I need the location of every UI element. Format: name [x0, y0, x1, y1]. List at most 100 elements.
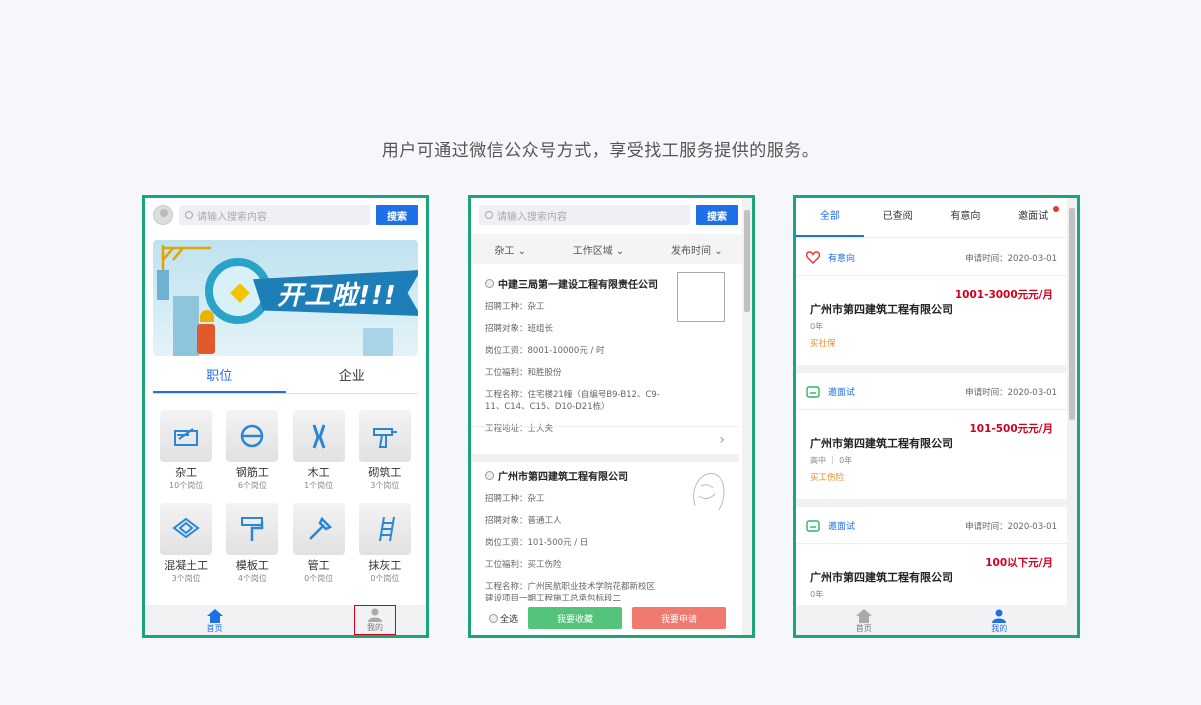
search-button[interactable]: 搜索	[376, 205, 418, 225]
scrollbar[interactable]	[1067, 198, 1077, 635]
tab-interview[interactable]: 邀面试	[999, 198, 1067, 237]
category-count: 10个岗位	[169, 481, 204, 490]
search-input[interactable]: 请输入搜索内容	[179, 205, 370, 225]
select-all-label: 全选	[500, 614, 519, 625]
category-name: 管工	[307, 559, 330, 572]
application-header: 邀面试 申请时间：2020-03-01	[796, 374, 1067, 410]
nav-home-label: 首页	[206, 624, 223, 633]
application-time: 申请时间：2020-03-01	[965, 521, 1057, 532]
filter-time[interactable]: 发布时间 ⌄	[671, 242, 723, 257]
collect-button[interactable]: 我要收藏	[528, 607, 623, 629]
scrollbar[interactable]	[742, 198, 752, 635]
phone-home-screen: 请输入搜索内容 搜索 开工啦!!! 职位 企业 杂工 10个岗位 钢筋工 6个岗…	[142, 195, 429, 638]
banner-text: 开工啦!!!	[277, 280, 397, 311]
banner-flag: 开工啦!!!	[253, 270, 418, 316]
concrete-icon	[172, 517, 200, 539]
category-item[interactable]: 钢筋工 6个岗位	[219, 410, 285, 491]
category-item[interactable]: 混凝土工 3个岗位	[153, 503, 219, 584]
category-item[interactable]: 杂工 10个岗位	[153, 410, 219, 491]
category-item[interactable]: 砌筑工 3个岗位	[352, 410, 418, 491]
notification-dot	[1053, 206, 1059, 212]
chevron-down-icon: ⌄	[615, 245, 625, 257]
status-tabs: 全部 已查阅 有意向 邀面试	[796, 198, 1067, 238]
category-count: 3个岗位	[171, 574, 201, 583]
company-name: 广州市第四建筑工程有限公司	[810, 437, 953, 450]
category-item[interactable]: 模板工 4个岗位	[219, 503, 285, 584]
select-all-radio[interactable]	[489, 613, 498, 623]
apply-button[interactable]: 我要申请	[632, 607, 727, 629]
tab-all[interactable]: 全部	[796, 198, 864, 237]
job-field: 招聘对象：普通工人	[485, 516, 562, 526]
filter-label: 工作区域	[572, 245, 613, 257]
category-count: 0个岗位	[304, 574, 334, 583]
tab-viewed[interactable]: 已查阅	[864, 198, 932, 237]
select-radio[interactable]	[485, 279, 494, 288]
wrench-icon	[308, 516, 332, 540]
nav-mine-label: 我的	[367, 623, 383, 632]
message-icon	[806, 385, 820, 398]
application-card[interactable]: 100以下元/月 广州市第四建筑工程有限公司 0年	[796, 545, 1067, 605]
job-card[interactable]: 广州市第四建筑工程有限公司 招聘工种：杂工 招聘对象：普通工人 岗位工资：101…	[471, 462, 739, 604]
category-item[interactable]: 抹灰工 0个岗位	[352, 503, 418, 584]
category-count: 1个岗位	[304, 481, 334, 490]
job-field: 工位福利：买工伤险	[485, 560, 562, 570]
building-illustration	[363, 328, 393, 356]
action-bar: 全选 我要收藏 我要申请	[471, 601, 746, 635]
category-count: 3个岗位	[370, 481, 400, 490]
home-icon	[206, 609, 223, 623]
avatar[interactable]	[153, 205, 173, 225]
broken-image	[677, 272, 725, 322]
application-card[interactable]: 101-500元元/月 广州市第四建筑工程有限公司 高中 ｜ 0年 买工伤险	[796, 411, 1067, 499]
filter-area[interactable]: 工作区域 ⌄	[573, 242, 625, 257]
select-radio[interactable]	[485, 471, 494, 480]
heart-icon	[806, 251, 820, 264]
tab-interested[interactable]: 有意向	[932, 198, 1000, 237]
tab-companies[interactable]: 企业	[286, 366, 419, 393]
category-name: 模板工	[235, 559, 269, 572]
drill-icon	[372, 428, 397, 448]
nav-mine[interactable]: 我的	[354, 605, 396, 635]
nav-home-label: 首页	[855, 624, 872, 633]
chevron-right-icon[interactable]: ›	[471, 426, 739, 454]
search-placeholder: 请输入搜索内容	[497, 211, 567, 223]
salary: 100以下元/月	[985, 557, 1053, 569]
tab-interview-label: 邀面试	[1018, 211, 1049, 222]
nav-home[interactable]: 首页	[796, 605, 932, 635]
scroll-thumb[interactable]	[744, 210, 750, 312]
application-header: 邀面试 申请时间：2020-03-01	[796, 508, 1067, 544]
job-meta: 高中 ｜ 0年	[810, 456, 853, 465]
job-field: 招聘对象：班组长	[485, 324, 554, 334]
search-input[interactable]: 请输入搜索内容	[479, 205, 690, 225]
category-name: 钢筋工	[235, 466, 269, 479]
benefit-tag: 买工伤险	[810, 473, 845, 483]
user-icon	[368, 608, 382, 622]
search-bar: 请输入搜索内容 搜索	[145, 198, 426, 232]
tab-jobs[interactable]: 职位	[153, 366, 286, 393]
benefit-tag: 买社保	[810, 339, 836, 349]
search-bar: 请输入搜索内容 搜索	[471, 198, 746, 232]
banner[interactable]: 开工啦!!!	[153, 240, 418, 356]
select-all[interactable]: 全选	[489, 612, 518, 625]
job-field: 岗位工资：101-500元 / 日	[485, 538, 589, 548]
application-card[interactable]: 1001-3000元元/月 广州市第四建筑工程有限公司 0年 买社保	[796, 277, 1067, 365]
filter-worktype[interactable]: 杂工 ⌄	[494, 242, 526, 257]
divider	[796, 365, 1067, 373]
rebar-icon	[241, 424, 264, 448]
type-tabs: 职位 企业	[153, 366, 418, 394]
divider	[471, 454, 739, 462]
category-name: 抹灰工	[368, 559, 402, 572]
bottom-nav: 首页 我的	[796, 605, 1067, 635]
job-card[interactable]: 中建三局第一建设工程有限责任公司 招聘工种：杂工 招聘对象：班组长 岗位工资：8…	[471, 270, 739, 434]
search-button[interactable]: 搜索	[696, 205, 738, 225]
nav-home[interactable]: 首页	[145, 605, 284, 635]
phone-applications: 全部 已查阅 有意向 邀面试 有意向 申请时间：2020-03-01 1001-…	[793, 195, 1080, 638]
scroll-thumb[interactable]	[1069, 208, 1075, 420]
application-status: 邀面试	[828, 522, 856, 532]
job-field: 岗位工资：8001-10000元 / 时	[485, 346, 605, 356]
home-icon	[855, 609, 872, 623]
nav-mine[interactable]: 我的	[932, 605, 1068, 635]
category-item[interactable]: 木工 1个岗位	[286, 410, 352, 491]
chevron-down-icon: ⌄	[714, 245, 723, 257]
category-name: 混凝土工	[164, 559, 209, 572]
category-item[interactable]: 管工 0个岗位	[286, 503, 352, 584]
